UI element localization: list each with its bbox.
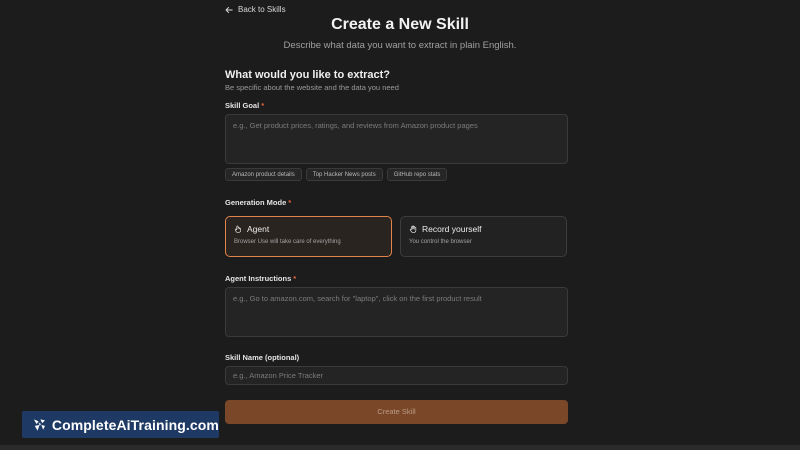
example-chip-hacker-news[interactable]: Top Hacker News posts: [305, 168, 383, 181]
skill-goal-label: Skill Goal *: [225, 101, 264, 110]
mode-record-description: You control the browser: [409, 239, 472, 245]
back-to-skills-link[interactable]: Back to Skills: [225, 5, 286, 14]
watermark-badge: CompleteAiTraining.com: [22, 411, 219, 438]
agent-instructions-textarea[interactable]: e.g., Go to amazon.com, search for "lapt…: [225, 287, 568, 337]
mode-record-title: Record yourself: [422, 224, 482, 234]
create-skill-button[interactable]: Create Skill: [225, 400, 568, 424]
example-chip-github[interactable]: GitHub repo stats: [386, 168, 448, 181]
mode-option-agent[interactable]: Agent Browser Use will take care of ever…: [225, 216, 392, 257]
page-title: Create a New Skill: [331, 16, 469, 33]
hand-icon: [409, 225, 417, 233]
section-description: Be specific about the website and the da…: [225, 83, 399, 92]
skill-name-placeholder: e.g., Amazon Price Tracker: [233, 371, 324, 380]
agent-instructions-label: Agent Instructions *: [225, 274, 296, 283]
generation-mode-label-text: Generation Mode: [225, 198, 287, 207]
hand-pointer-icon: [234, 225, 241, 233]
agent-instructions-label-text: Agent Instructions: [225, 274, 292, 283]
example-chip-amazon[interactable]: Amazon product details: [225, 168, 302, 181]
skill-name-input[interactable]: e.g., Amazon Price Tracker: [225, 366, 568, 385]
agent-instructions-placeholder: e.g., Go to amazon.com, search for "lapt…: [233, 294, 482, 303]
page-subtitle: Describe what data you want to extract i…: [283, 40, 517, 51]
bottom-bar: [0, 445, 800, 450]
skill-goal-label-text: Skill Goal: [225, 101, 260, 110]
required-mark: *: [293, 274, 297, 283]
back-link-label: Back to Skills: [238, 5, 286, 14]
logo-icon: [33, 418, 46, 431]
watermark-text: CompleteAiTraining.com: [51, 416, 219, 433]
mode-option-record[interactable]: Record yourself You control the browser: [400, 216, 567, 257]
section-heading: What would you like to extract?: [225, 69, 391, 81]
skill-goal-textarea[interactable]: e.g., Get product prices, ratings, and r…: [225, 114, 568, 164]
required-mark: *: [288, 198, 292, 207]
required-mark: *: [261, 101, 265, 110]
example-chips: Amazon product details Top Hacker News p…: [225, 168, 448, 181]
mode-agent-description: Browser Use will take care of everything: [234, 239, 341, 245]
arrow-left-icon: [225, 6, 233, 13]
skill-goal-placeholder: e.g., Get product prices, ratings, and r…: [233, 121, 478, 130]
skill-name-label: Skill Name (optional): [225, 353, 300, 362]
generation-mode-label: Generation Mode *: [225, 198, 291, 207]
mode-agent-title: Agent: [247, 224, 270, 234]
